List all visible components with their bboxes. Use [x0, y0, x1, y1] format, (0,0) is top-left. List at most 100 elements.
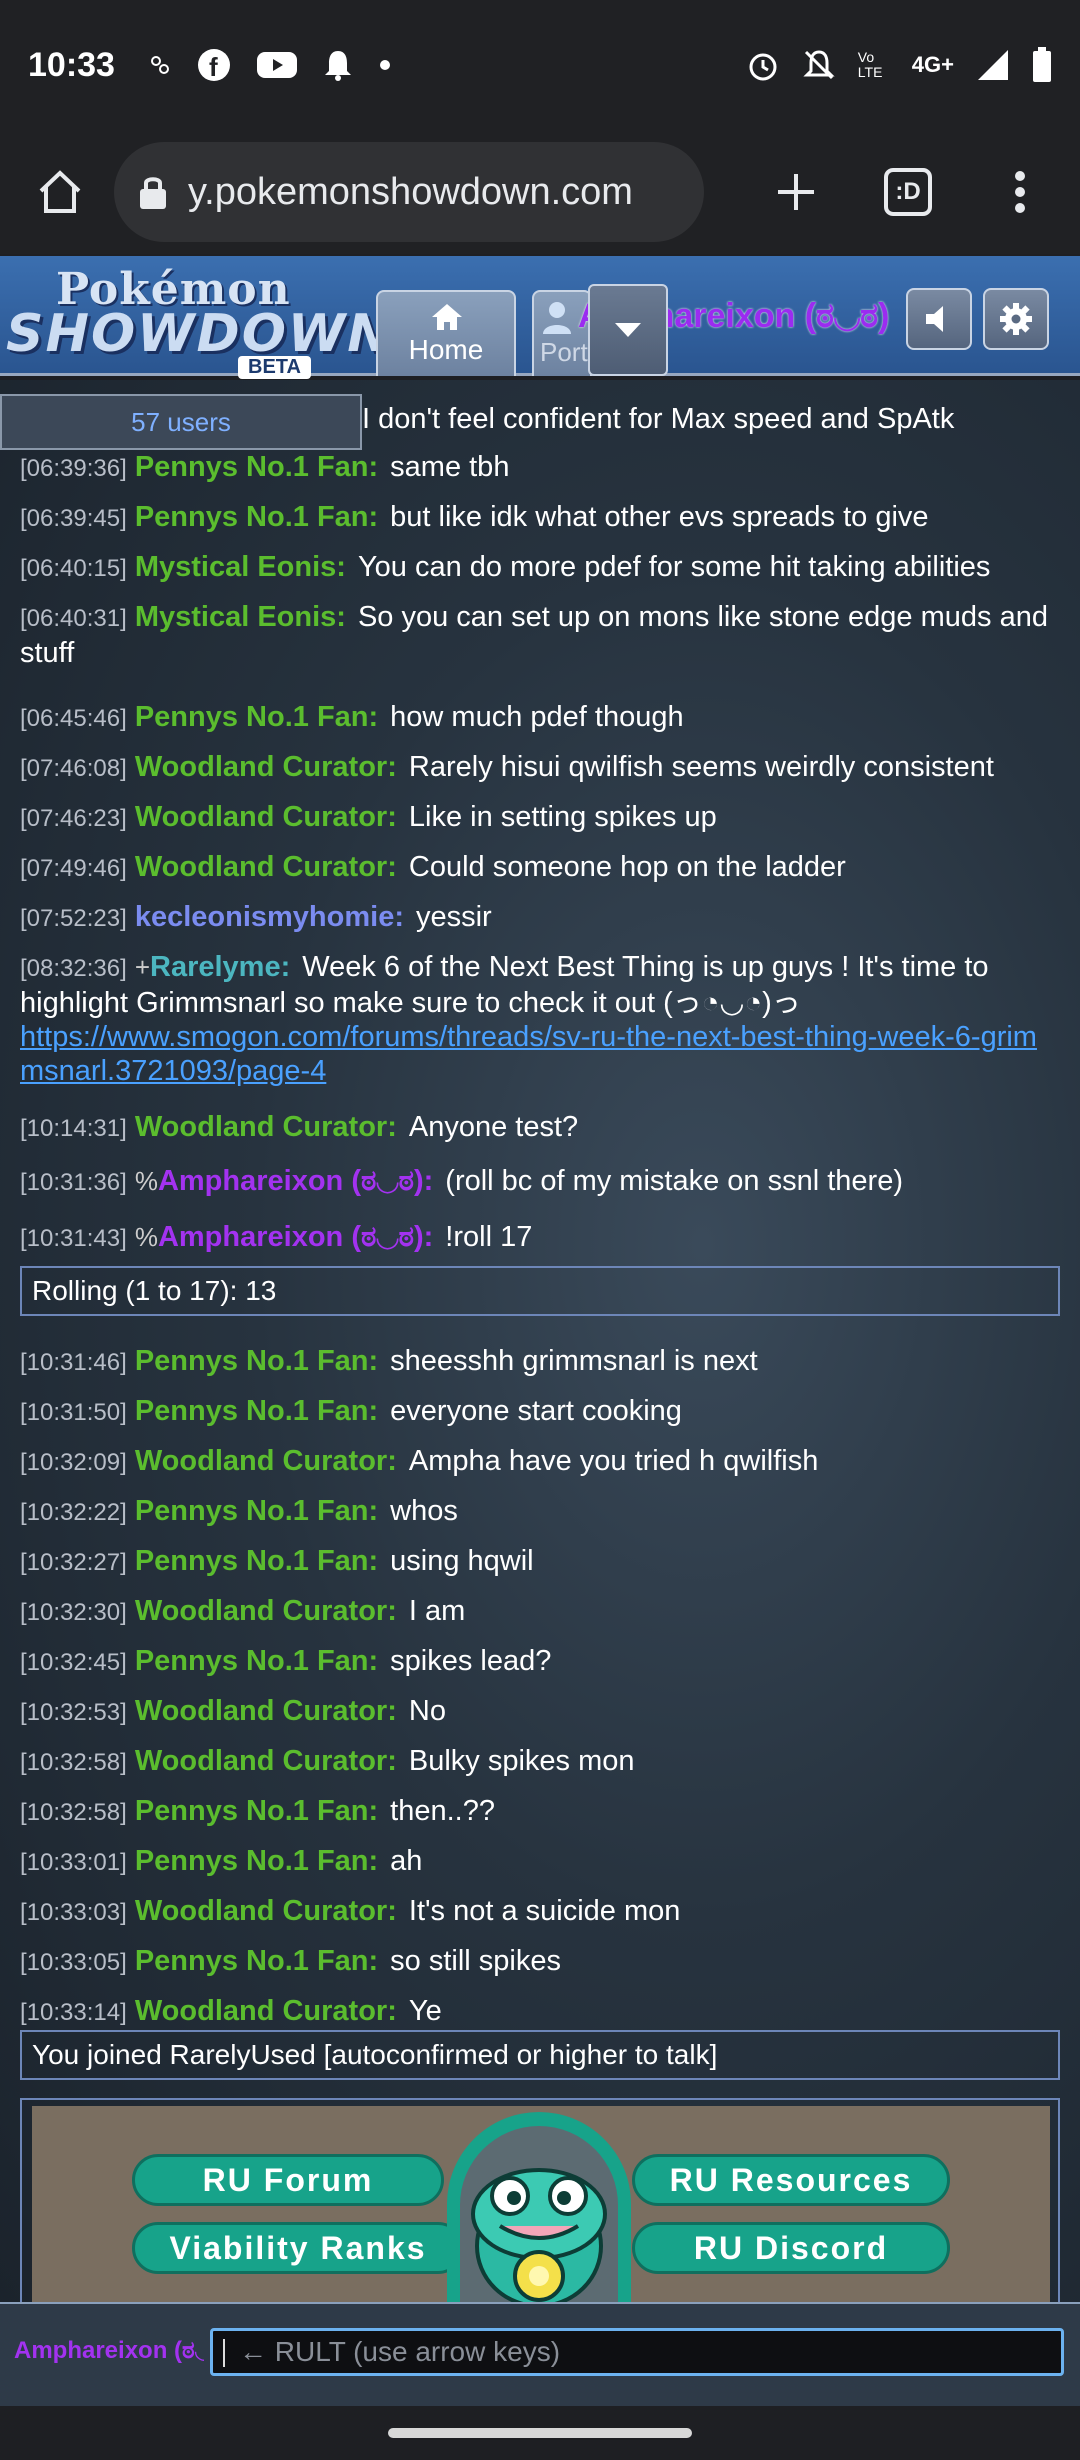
- tab-room-label: Port: [540, 337, 588, 367]
- tab-home[interactable]: Home: [376, 290, 516, 376]
- tab-switcher-button[interactable]: :D: [872, 156, 944, 228]
- chat-input[interactable]: ← RULT (use arrow keys): [210, 2328, 1064, 2376]
- message-timestamp: [06:40:15]: [20, 555, 127, 582]
- message-username[interactable]: Mystical Eonis:: [135, 601, 346, 633]
- message-timestamp: [10:14:31]: [20, 1115, 127, 1142]
- message-username[interactable]: Woodland Curator:: [135, 751, 397, 783]
- user-count: 57 users: [131, 406, 231, 437]
- message-username[interactable]: Amphareixon (ಠ◡ಠ):: [158, 1221, 433, 1253]
- message-username[interactable]: Woodland Curator:: [135, 1595, 397, 1627]
- message-username[interactable]: Woodland Curator:: [135, 1695, 397, 1727]
- message-username[interactable]: Pennys No.1 Fan:: [135, 1945, 378, 1977]
- gesture-handle[interactable]: [388, 2428, 692, 2438]
- user-icon: [543, 302, 571, 334]
- message-text: Ye: [408, 1995, 442, 2027]
- message-username[interactable]: Rarelyme:: [150, 951, 290, 983]
- message-username[interactable]: Pennys No.1 Fan:: [135, 1795, 378, 1827]
- message-username[interactable]: Amphareixon (ಠ◡ಠ):: [158, 1165, 433, 1197]
- chat-message: [10:32:22] Pennys No.1 Fan: whos: [20, 1494, 1060, 1530]
- message-group-symbol: %: [134, 1222, 158, 1252]
- status-time: 10:33: [28, 45, 115, 84]
- volume-icon: [926, 306, 943, 332]
- text-caret: [223, 2339, 225, 2367]
- settings-button[interactable]: [983, 288, 1049, 350]
- network-label: 4G+: [911, 52, 954, 77]
- chat-log[interactable]: 57 users I don't feel confident for Max …: [0, 380, 1080, 2302]
- message-username[interactable]: Woodland Curator:: [135, 851, 397, 883]
- viability-ranks-link[interactable]: Viability Ranks: [132, 2222, 464, 2274]
- message-username[interactable]: Pennys No.1 Fan:: [135, 501, 378, 533]
- message-username[interactable]: Pennys No.1 Fan:: [135, 1495, 378, 1527]
- chat-message: [06:45:46] Pennys No.1 Fan: how much pdef…: [20, 700, 1060, 736]
- message-text: Anyone test?: [408, 1111, 579, 1143]
- chevron-down-icon: [615, 323, 641, 337]
- facebook-icon: f: [197, 48, 231, 82]
- ru-resources-link[interactable]: RU Resources: [632, 2154, 950, 2206]
- bell-icon: [323, 49, 353, 81]
- tab-count: :D: [884, 168, 932, 216]
- ru-discord-link[interactable]: RU Discord: [632, 2222, 950, 2274]
- message-text: so still spikes: [390, 1945, 561, 1977]
- message-username[interactable]: Pennys No.1 Fan:: [135, 1395, 378, 1427]
- message-timestamp: [10:31:43]: [20, 1225, 127, 1252]
- chat-message-partial: I don't feel confident for Max speed and…: [362, 402, 1052, 436]
- message-text: I am: [408, 1595, 466, 1627]
- home-button[interactable]: [24, 156, 96, 228]
- join-notice-text: You joined RarelyUsed [autoconfirmed or …: [32, 2039, 718, 2070]
- room-banner: RU Forum Viability Ranks RU Resources RU…: [32, 2106, 1050, 2302]
- tabs-dropdown-button[interactable]: [588, 284, 668, 376]
- message-timestamp: [10:33:14]: [20, 1999, 127, 2026]
- address-bar[interactable]: y.pokemonshowdown.com: [114, 142, 704, 242]
- message-username[interactable]: Woodland Curator:: [135, 1445, 397, 1477]
- sound-button[interactable]: [906, 288, 972, 350]
- message-username[interactable]: Woodland Curator:: [135, 801, 397, 833]
- message-timestamp: [08:32:36]: [20, 955, 127, 982]
- roll-result-text: Rolling (1 to 17): 13: [32, 1275, 277, 1306]
- message-username[interactable]: kecleonismyhomie:: [135, 901, 404, 933]
- browser-menu-button[interactable]: [984, 156, 1056, 228]
- new-tab-button[interactable]: [760, 156, 832, 228]
- message-text: No: [408, 1695, 446, 1727]
- message-username[interactable]: Woodland Curator:: [135, 1995, 397, 2027]
- message-timestamp: [10:33:05]: [20, 1949, 127, 1976]
- chat-message: [06:39:45] Pennys No.1 Fan: but like idk …: [20, 500, 1060, 536]
- message-timestamp: [10:33:03]: [20, 1899, 127, 1926]
- chat-message: [06:39:36] Pennys No.1 Fan: same tbh: [20, 450, 1060, 486]
- message-timestamp: [10:31:36]: [20, 1169, 127, 1196]
- ru-forum-link[interactable]: RU Forum: [132, 2154, 444, 2206]
- message-username[interactable]: Woodland Curator:: [135, 1745, 397, 1777]
- chat-message: [07:49:46] Woodland Curator: Could someon…: [20, 850, 1060, 886]
- userlist-toggle[interactable]: 57 users: [0, 394, 362, 450]
- message-username[interactable]: Pennys No.1 Fan:: [135, 1645, 378, 1677]
- message-text: Ampha have you tried h qwilfish: [408, 1445, 819, 1477]
- message-username[interactable]: Pennys No.1 Fan:: [135, 701, 378, 733]
- chat-message: [10:32:27] Pennys No.1 Fan: using hqwil: [20, 1544, 1060, 1580]
- message-text: but like idk what other evs spreads to g…: [390, 501, 929, 533]
- message-timestamp: [06:45:46]: [20, 705, 127, 732]
- message-timestamp: [10:32:09]: [20, 1449, 127, 1476]
- showdown-header: Pokémon SHOWDOWN! BETA Home Port Amphare…: [0, 256, 1080, 379]
- message-username[interactable]: Pennys No.1 Fan:: [135, 1345, 378, 1377]
- message-timestamp: [10:32:27]: [20, 1549, 127, 1576]
- message-text: whos: [390, 1495, 458, 1527]
- message-username[interactable]: Pennys No.1 Fan:: [135, 1845, 378, 1877]
- message-timestamp: [07:49:46]: [20, 855, 127, 882]
- message-username[interactable]: Pennys No.1 Fan:: [135, 451, 378, 483]
- composer-username[interactable]: Amphareixon (ಠ◡ಠ): [14, 2336, 204, 2365]
- message-timestamp: [06:39:36]: [20, 455, 127, 482]
- message-text: everyone start cooking: [390, 1395, 682, 1427]
- message-text: ah: [390, 1845, 423, 1877]
- message-username[interactable]: Woodland Curator:: [135, 1111, 397, 1143]
- message-group-symbol: %: [134, 1166, 158, 1196]
- message-username[interactable]: Woodland Curator:: [135, 1895, 397, 1927]
- message-text: !roll 17: [445, 1221, 533, 1253]
- browser-toolbar: y.pokemonshowdown.com :D: [0, 130, 1080, 254]
- message-username[interactable]: Pennys No.1 Fan:: [135, 1545, 378, 1577]
- status-bar: 10:33 f Vo LTE 4G+: [0, 0, 1080, 130]
- message-link[interactable]: https://www.smogon.com/forums/threads/sv…: [20, 1021, 1037, 1087]
- join-notice: You joined RarelyUsed [autoconfirmed or …: [20, 2030, 1060, 2080]
- message-text: I don't feel confident for Max speed and…: [362, 403, 955, 435]
- message-text: sheesshh grimmsnarl is next: [390, 1345, 758, 1377]
- showdown-logo[interactable]: Pokémon SHOWDOWN! BETA: [6, 264, 417, 379]
- message-username[interactable]: Mystical Eonis:: [135, 551, 346, 583]
